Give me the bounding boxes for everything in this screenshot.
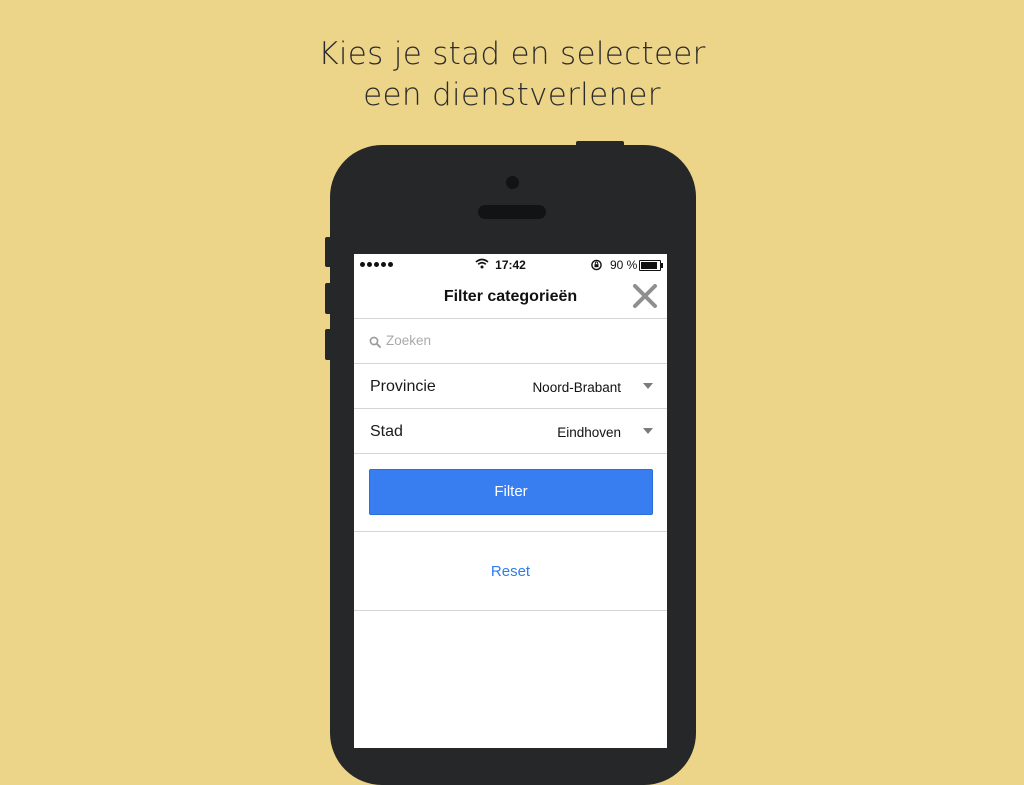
phone-camera (506, 176, 519, 189)
headline-line-1: Kies je stad en selecteer (318, 36, 706, 72)
phone-speaker (478, 205, 546, 219)
nav-bar: Filter categorieën (354, 276, 667, 319)
headline-line-2: een dienstverlener (363, 77, 661, 113)
close-icon[interactable] (630, 281, 660, 311)
filter-button[interactable]: Filter (369, 469, 653, 515)
filter-section: Filter (354, 454, 667, 532)
status-bar: 17:42 90 % (354, 254, 667, 276)
battery-icon (639, 260, 663, 271)
city-select[interactable]: Stad Eindhoven (354, 409, 667, 454)
reset-section: Reset (354, 532, 667, 611)
province-value: Noord-Brabant (532, 380, 621, 395)
phone-screen: 17:42 90 % Filter categorieën Provincie … (354, 254, 667, 748)
province-select[interactable]: Provincie Noord-Brabant (354, 364, 667, 409)
rotation-lock-icon (591, 259, 602, 271)
search-icon (369, 336, 381, 348)
chevron-down-icon (643, 428, 653, 434)
reset-button[interactable]: Reset (354, 563, 667, 580)
chevron-down-icon (643, 383, 653, 389)
city-value: Eindhoven (557, 425, 621, 440)
battery-percent: 90 % (610, 258, 638, 272)
search-bar (354, 319, 667, 364)
province-label: Provincie (370, 378, 436, 395)
page-title: Filter categorieën (443, 288, 578, 305)
search-input[interactable] (386, 329, 646, 351)
headline: Kies je stad en selecteer een dienstverl… (0, 34, 1024, 116)
city-label: Stad (370, 423, 403, 440)
